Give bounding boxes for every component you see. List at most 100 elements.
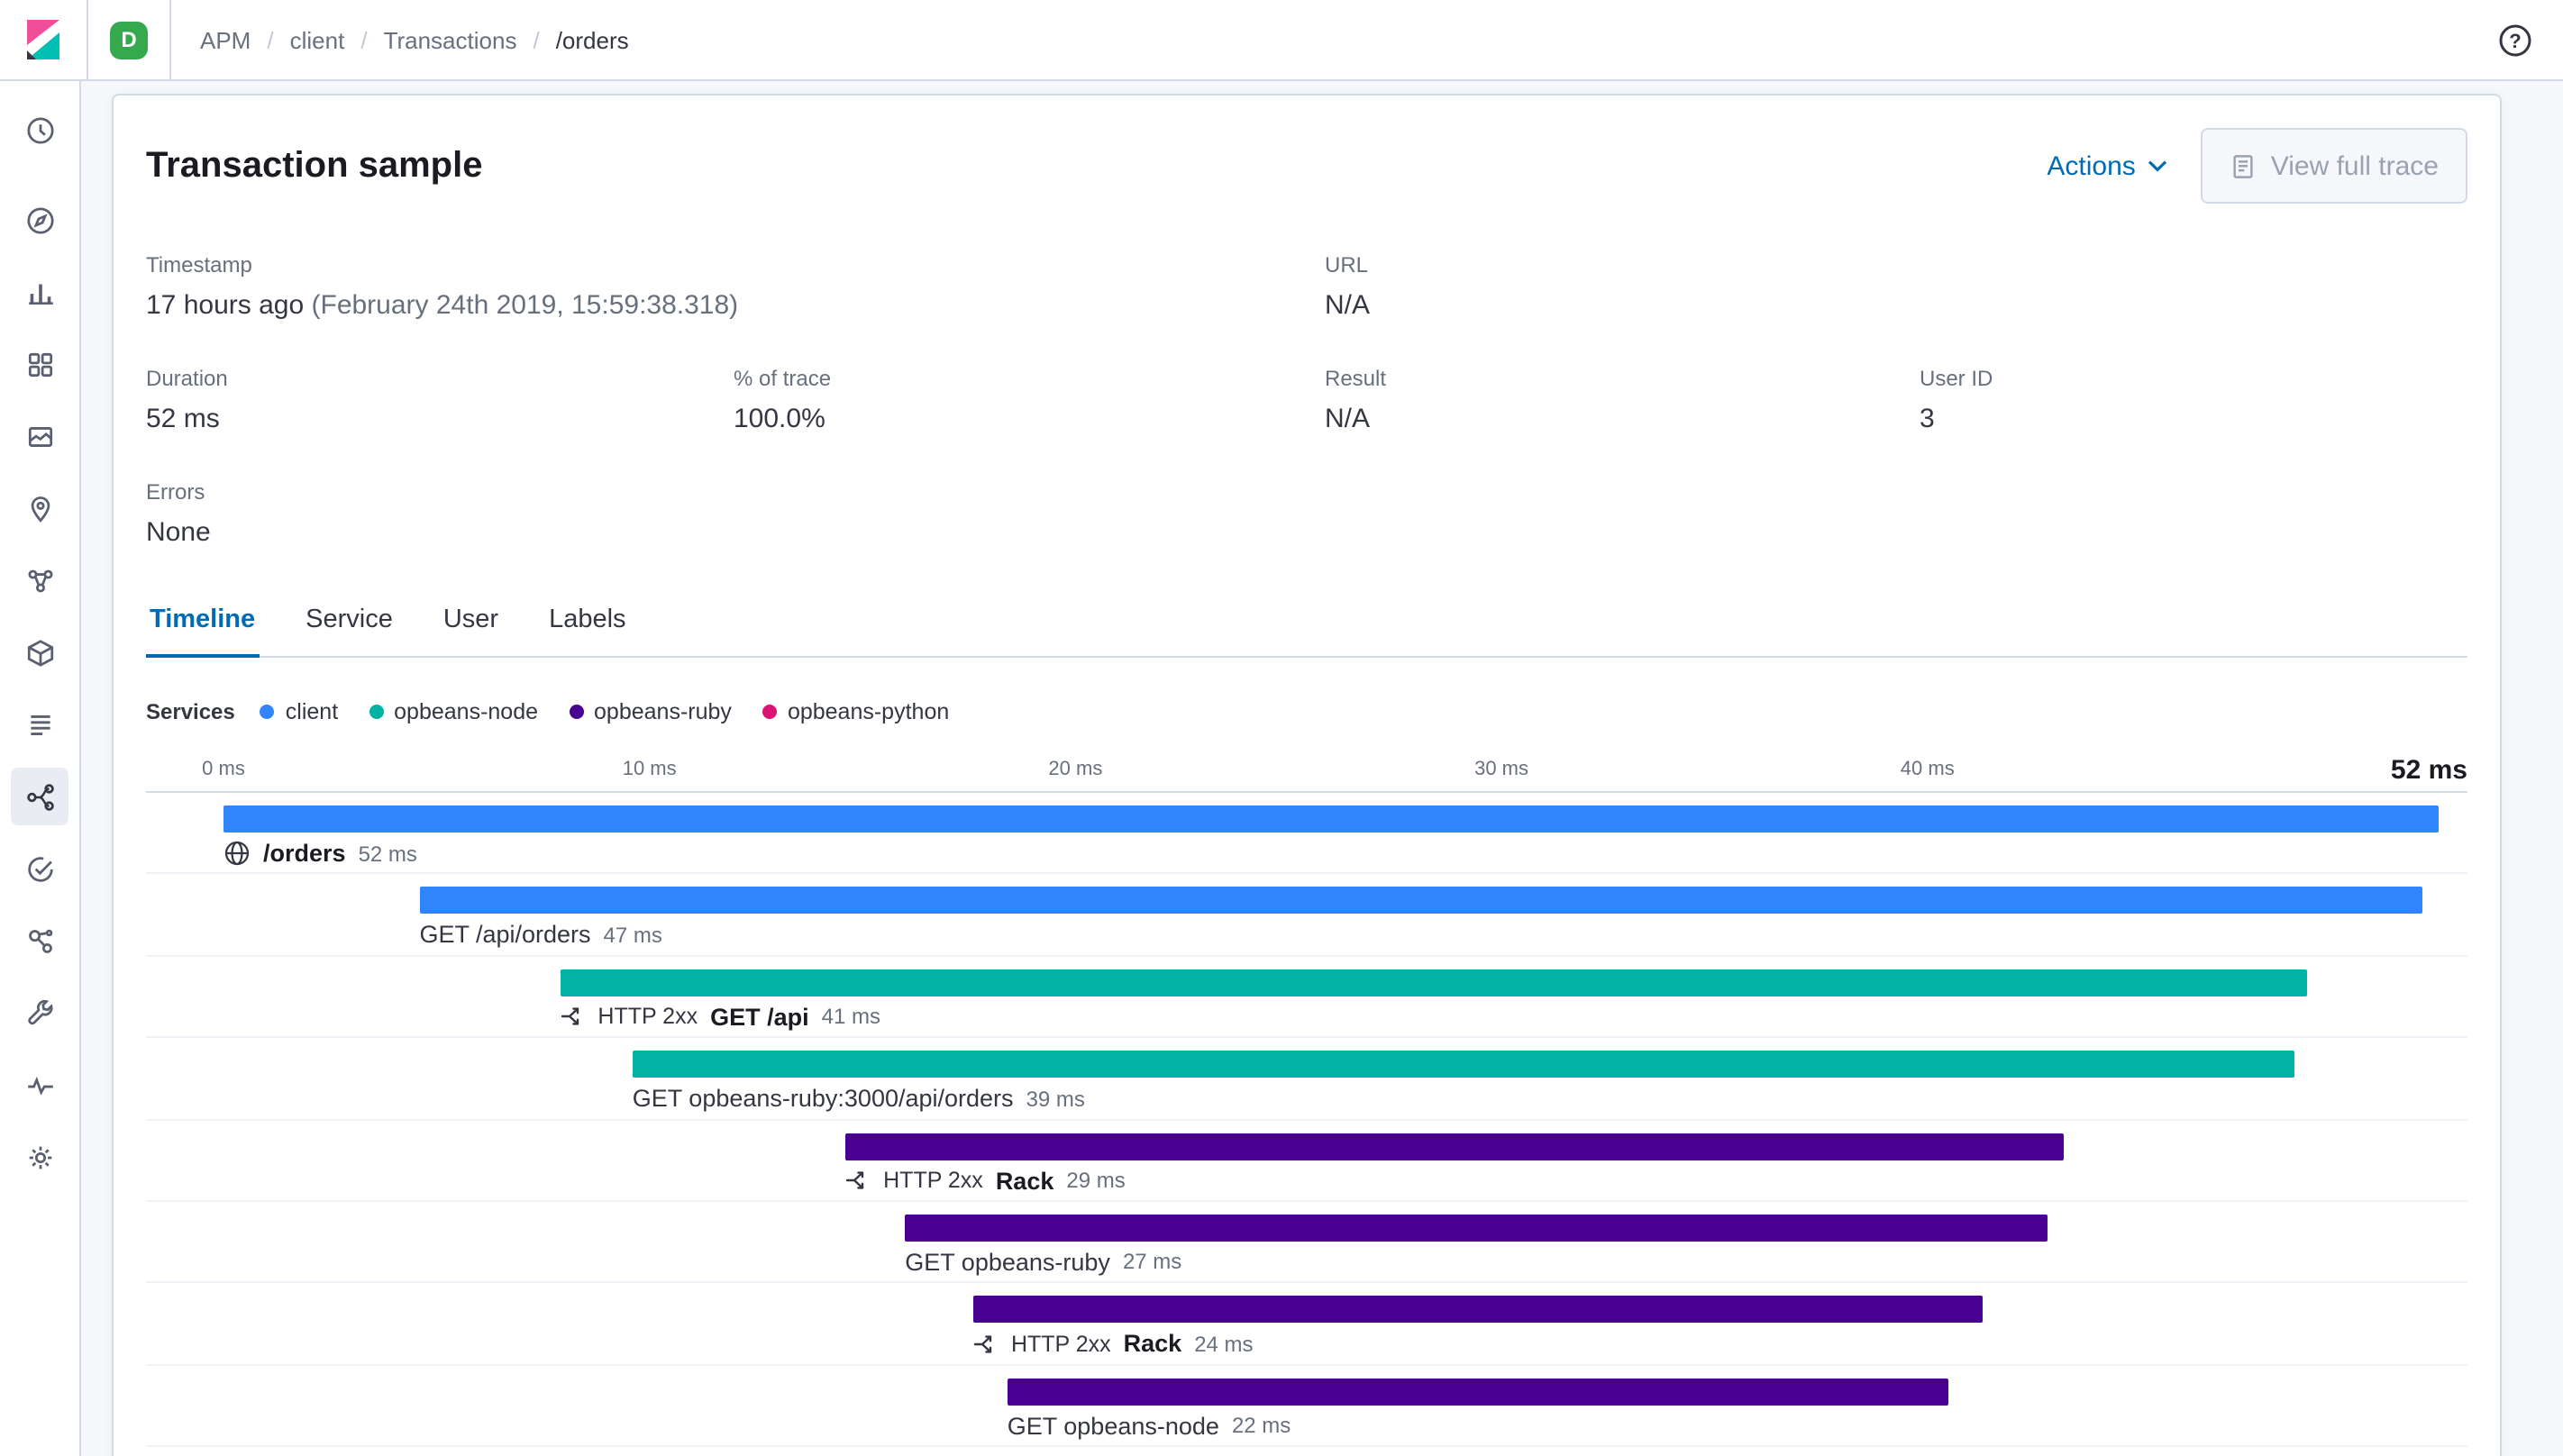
breadcrumb-client[interactable]: client [290,26,345,53]
sidebar-item-recently-viewed[interactable] [11,101,68,159]
legend-dot [762,705,777,719]
span-bar[interactable] [560,969,2307,996]
chevron-down-icon [2148,160,2166,172]
waterfall-row[interactable]: GET /api/orders 47 ms [146,875,2467,957]
discover-icon [26,206,53,233]
logs-icon [30,714,50,734]
app-sidebar [0,79,81,1456]
axis-total-duration: 52 ms [2390,755,2467,786]
breadcrumb-apm[interactable]: APM [200,26,251,53]
axis-tick: 20 ms [1048,759,1103,780]
wrench-icon [27,998,52,1024]
sidebar-item-canvas[interactable] [11,407,68,465]
waterfall-row[interactable]: GET opbeans-ruby:3000/api/orders 39 ms [146,1038,2467,1121]
axis-tick: 40 ms [1900,759,1955,780]
transaction-metadata: Timestamp 17 hours ago (February 24th 20… [146,250,2467,551]
axis-tick: 0 ms [202,759,245,780]
apm-icon [26,783,53,810]
legend-item-opbeans-ruby: opbeans-ruby [569,699,732,724]
metadata-result: Result N/A [1325,366,1387,434]
breadcrumb: APM / client / Transactions / /orders [200,26,629,53]
legend-dot [260,705,275,719]
sidebar-item-dashboard[interactable] [11,335,68,393]
span-bar[interactable] [845,1133,2064,1160]
sidebar-item-apm[interactable] [11,768,68,825]
metadata-url: URL N/A [1325,252,1371,321]
sidebar-item-uptime[interactable] [11,840,68,897]
breadcrumb-orders: /orders [555,26,629,53]
span-bar[interactable] [972,1296,1984,1324]
space-avatar[interactable]: D [110,21,148,59]
branch-icon [973,1332,999,1357]
waterfall-row[interactable]: HTTP 2xx Rack 24 ms [146,1284,2467,1366]
sidebar-item-graph[interactable] [11,912,68,969]
sidebar-item-visualize[interactable] [11,263,68,321]
legend-dot [369,705,384,719]
waterfall-timeline: 0 ms 10 ms 20 ms 30 ms 40 ms 52 ms /orde… [146,737,2467,1456]
waterfall-row[interactable]: HTTP 2xx GET /api 21 ms [146,1447,2467,1456]
breadcrumb-separator: / [360,26,368,53]
axis-tick: 10 ms [622,759,677,780]
span-bar[interactable] [632,1051,2294,1078]
span-bar[interactable] [419,887,2422,915]
branch-icon [845,1168,871,1193]
span-bar[interactable] [1007,1378,1949,1406]
clock-icon [26,116,53,143]
dashboard-icon [27,351,52,377]
breadcrumb-transactions[interactable]: Transactions [384,26,517,53]
branch-icon [560,1005,585,1030]
infrastructure-icon [26,639,53,666]
sidebar-item-management[interactable] [11,1128,68,1186]
tab-labels[interactable]: Labels [545,591,629,656]
waterfall-row[interactable]: GET opbeans-ruby 27 ms [146,1202,2467,1284]
view-full-trace-label: View full trace [2270,150,2439,181]
machine-learning-icon [27,569,52,592]
sidebar-item-infrastructure[interactable] [11,623,68,681]
span-bar[interactable] [223,805,2439,833]
sidebar-item-dev-tools[interactable] [11,984,68,1042]
time-axis: 0 ms 10 ms 20 ms 30 ms 40 ms 52 ms [146,737,2467,793]
waterfall-row[interactable]: GET opbeans-node 22 ms [146,1365,2467,1448]
kibana-logo[interactable] [0,0,87,79]
pulse-icon [27,1075,52,1095]
actions-dropdown[interactable]: Actions [2047,150,2167,181]
uptime-icon [27,856,52,881]
tab-timeline[interactable]: Timeline [146,591,260,658]
sidebar-item-monitoring[interactable] [11,1056,68,1114]
svg-text:?: ? [2508,29,2520,51]
metadata-pct-of-trace: % of trace 100.0% [734,366,832,434]
span-bar[interactable] [905,1214,2048,1242]
kibana-logo-icon [27,20,59,59]
sidebar-item-maps[interactable] [11,479,68,537]
view-full-trace-button[interactable]: View full trace [2200,128,2467,204]
metadata-duration: Duration 52 ms [146,366,228,434]
tab-user[interactable]: User [440,591,502,656]
graph-icon [28,928,52,952]
breadcrumb-separator: / [533,26,540,53]
services-legend: Services client opbeans-node opbeans-rub… [146,699,950,724]
sidebar-item-logs[interactable] [11,696,68,753]
help-icon: ? [2498,23,2531,56]
waterfall-row[interactable]: HTTP 2xx GET /api 41 ms [146,957,2467,1039]
breadcrumb-separator: / [267,26,274,53]
globe-icon [223,840,251,867]
sidebar-item-machine-learning[interactable] [11,551,68,609]
space-selector[interactable]: D [87,0,171,79]
legend-item-opbeans-python: opbeans-python [762,699,949,724]
top-navigation-bar: D APM / client / Transactions / /orders … [0,0,2563,81]
map-pin-icon [30,496,50,522]
legend-item-client: client [260,699,338,724]
gear-icon [28,1145,51,1169]
canvas-icon [27,426,52,446]
sidebar-item-discover[interactable] [11,191,68,249]
legend-dot [569,705,584,719]
help-menu-button[interactable]: ? [2493,18,2536,61]
waterfall-row[interactable]: HTTP 2xx Rack 29 ms [146,1120,2467,1202]
tab-service[interactable]: Service [302,591,397,656]
metadata-timestamp: Timestamp 17 hours ago (February 24th 20… [146,252,739,321]
bar-chart-icon [28,283,52,304]
trace-document-icon [2233,154,2253,177]
waterfall-row[interactable]: /orders 52 ms [146,793,2467,875]
metadata-user-id: User ID 3 [1920,366,1993,434]
metadata-errors: Errors None [146,479,211,548]
